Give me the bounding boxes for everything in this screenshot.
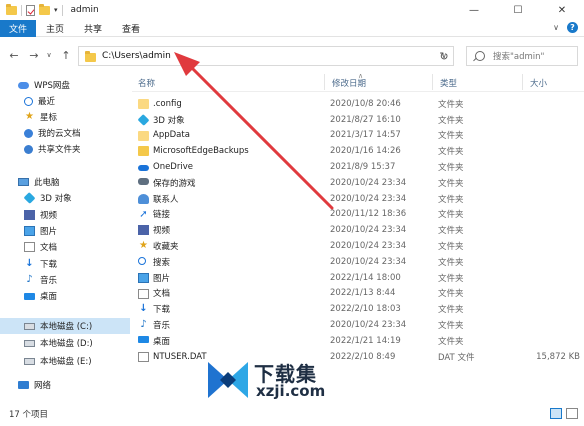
status-bar: 17 个项目 (0, 402, 584, 426)
watermark-logo: 下载集 xzji.com (206, 358, 386, 404)
file-explorer-window: ▾ admin — ☐ ✕ 文件 主页 共享 查看 ∨ ? ← → ∨ ↑ C:… (0, 0, 584, 426)
annotation-arrow-shaft (188, 64, 334, 210)
watermark-emblem (208, 362, 248, 398)
item-count: 17 个项目 (9, 410, 49, 420)
large-icons-view-icon[interactable] (566, 408, 578, 419)
view-switcher (550, 408, 578, 419)
watermark-url: xzji.com (256, 382, 326, 400)
details-view-icon[interactable] (550, 408, 562, 419)
